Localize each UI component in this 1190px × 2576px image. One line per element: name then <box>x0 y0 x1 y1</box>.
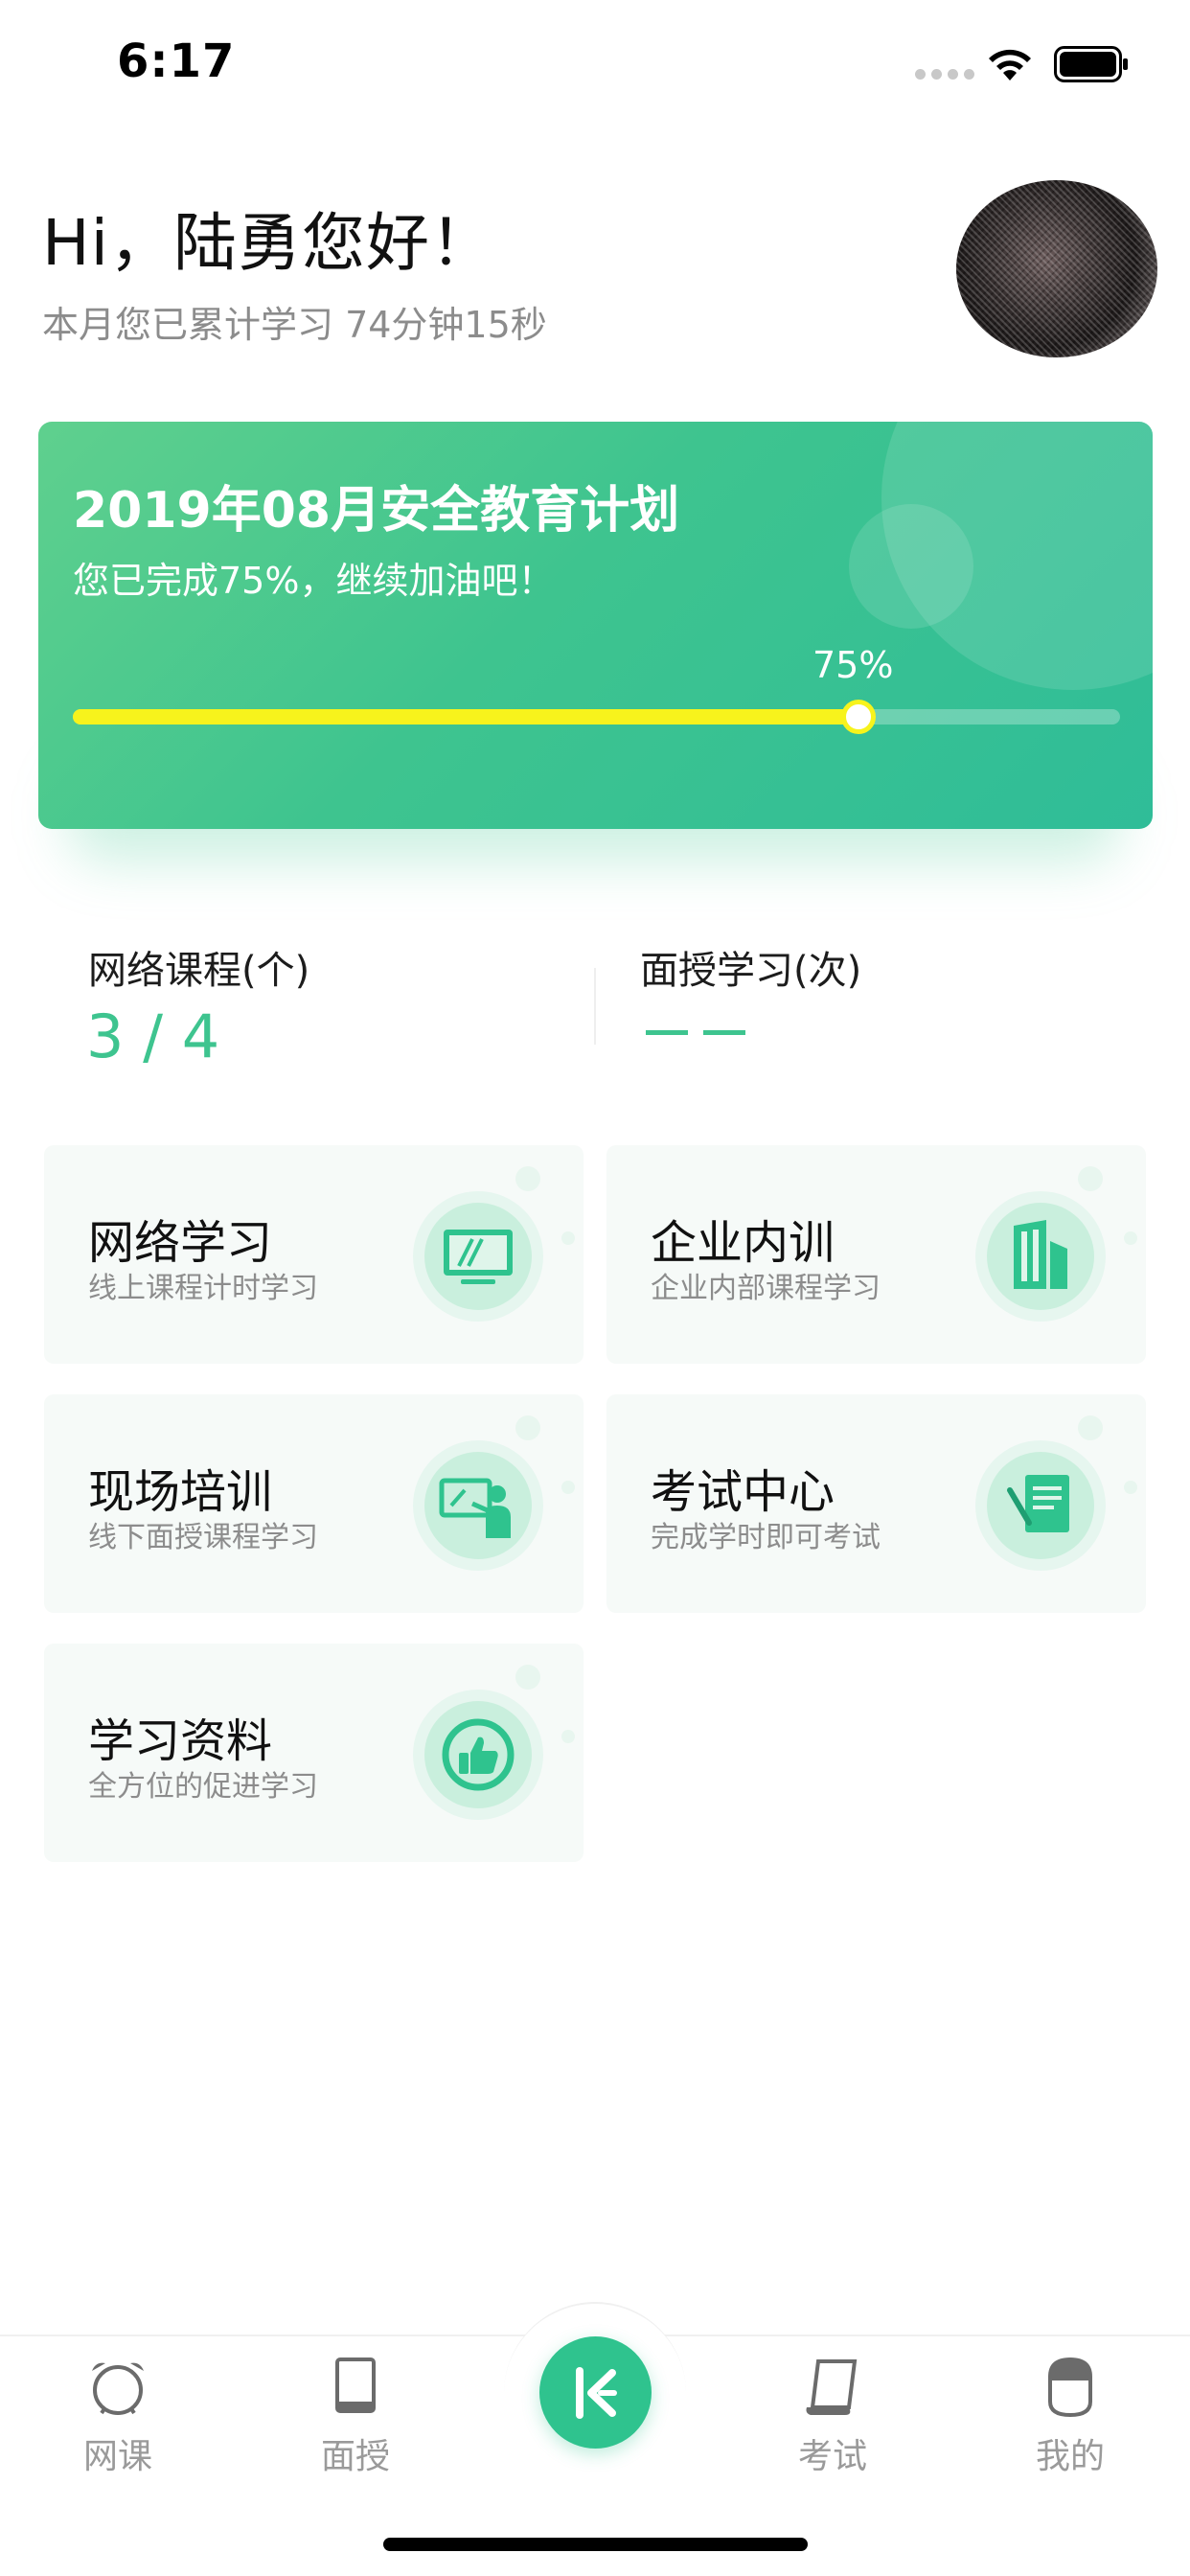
offline-study-count <box>646 1030 745 1035</box>
tile-study-materials[interactable]: 学习资料 全方位的促进学习 <box>44 1644 584 1862</box>
tab-profile[interactable]: 我的 <box>998 2354 1142 2478</box>
profile-icon <box>1048 2357 1092 2418</box>
home-indicator <box>383 2538 808 2551</box>
tab-label: 网课 <box>82 2437 152 2476</box>
tile-title: 现场培训 <box>88 1465 273 1519</box>
tile-subtitle: 完成学时即可考试 <box>651 1521 881 1554</box>
plan-subtitle: 您已完成75%，继续加油吧！ <box>73 560 555 602</box>
tile-title: 网络学习 <box>88 1216 273 1270</box>
online-course-label: 网络课程(个) <box>88 949 310 993</box>
cellular-signal-icon <box>915 69 974 80</box>
decorative-dot <box>561 1231 575 1245</box>
decorative-dot <box>1078 1415 1103 1440</box>
study-plan-card[interactable]: 2019年08月安全教育计划 您已完成75%，继续加油吧！ 75% <box>38 422 1153 829</box>
study-time-summary: 本月您已累计学习 74分钟15秒 <box>42 304 547 346</box>
decorative-dot <box>515 1166 540 1191</box>
home-center-button[interactable] <box>539 2336 652 2449</box>
tab-exam[interactable]: 考试 <box>761 2354 904 2478</box>
alarm-clock-icon <box>92 2362 144 2415</box>
decorative-dot <box>1124 1231 1137 1245</box>
plan-progress-bar <box>73 700 1120 734</box>
plan-title: 2019年08月安全教育计划 <box>73 482 680 540</box>
progress-fill <box>73 709 858 724</box>
plan-percent-label: 75% <box>812 644 894 686</box>
tab-face-to-face[interactable]: 面授 <box>284 2354 427 2478</box>
online-course-count: 3 / 4 <box>86 1001 220 1071</box>
tile-subtitle: 线上课程计时学习 <box>88 1272 318 1305</box>
tile-onsite-training[interactable]: 现场培训 线下面授课程学习 <box>44 1394 584 1613</box>
decorative-dot <box>1078 1166 1103 1191</box>
tile-exam-center[interactable]: 考试中心 完成学时即可考试 <box>606 1394 1146 1613</box>
decorative-dot <box>515 1415 540 1440</box>
tab-online-course[interactable]: 网课 <box>46 2354 190 2478</box>
tile-title: 考试中心 <box>651 1465 835 1519</box>
exam-paper-icon <box>975 1440 1106 1571</box>
decorative-dot <box>561 1730 575 1743</box>
greeting-title: Hi，陆勇您好！ <box>42 206 494 280</box>
monitor-icon <box>413 1191 543 1322</box>
decorative-dot <box>561 1481 575 1494</box>
status-bar: 6:17 <box>0 0 1190 129</box>
tab-label: 考试 <box>797 2437 867 2476</box>
scroll-icon <box>806 2359 858 2415</box>
wifi-icon <box>989 49 1031 80</box>
tile-online-learning[interactable]: 网络学习 线上课程计时学习 <box>44 1145 584 1364</box>
battery-icon <box>1054 46 1128 82</box>
tile-enterprise-training[interactable]: 企业内训 企业内部课程学习 <box>606 1145 1146 1364</box>
book-icon <box>335 2358 376 2413</box>
thumbs-up-icon <box>413 1690 543 1820</box>
tile-subtitle: 全方位的促进学习 <box>88 1770 318 1804</box>
decorative-dot <box>515 1665 540 1690</box>
status-time: 6:17 <box>117 34 236 88</box>
progress-knob <box>840 700 876 734</box>
tile-subtitle: 线下面授课程学习 <box>88 1521 318 1554</box>
tile-title: 学习资料 <box>88 1714 273 1768</box>
teacher-board-icon <box>413 1440 543 1571</box>
home-logo-icon <box>576 2367 617 2419</box>
decorative-circle <box>849 504 973 629</box>
tab-label: 我的 <box>1035 2437 1105 2476</box>
tile-subtitle: 企业内部课程学习 <box>651 1272 881 1305</box>
stats-divider <box>594 968 596 1045</box>
tile-title: 企业内训 <box>651 1216 835 1270</box>
tab-label: 面授 <box>320 2437 390 2476</box>
building-icon <box>975 1191 1106 1322</box>
offline-study-label: 面授学习(次) <box>640 949 862 993</box>
avatar[interactable] <box>956 180 1157 357</box>
decorative-dot <box>1124 1481 1137 1494</box>
